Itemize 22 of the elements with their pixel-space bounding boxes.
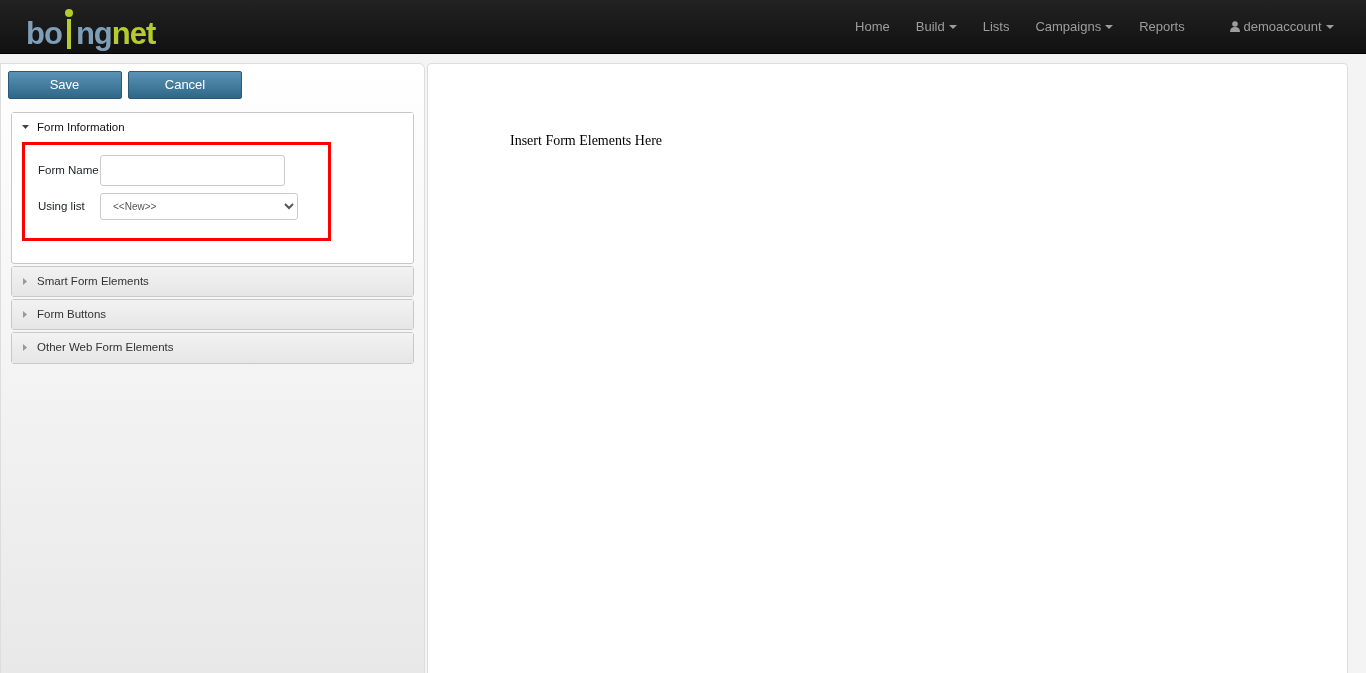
- accordion-header[interactable]: Smart Form Elements: [12, 266, 413, 296]
- accordion-header[interactable]: Form Buttons: [12, 300, 413, 330]
- field-label: Using list: [38, 198, 86, 214]
- caret-down-icon: [22, 123, 29, 131]
- logo[interactable]: bo ngnet: [19, 4, 156, 49]
- action-button[interactable]: Save: [7, 70, 122, 99]
- user-icon: [1230, 21, 1241, 32]
- caret-right-icon: [22, 277, 29, 285]
- caret-right-icon: [22, 311, 29, 319]
- select-field[interactable]: <<New>>: [100, 192, 298, 220]
- field-label: Form Name: [38, 163, 100, 179]
- nav-link[interactable]: Reports: [1126, 16, 1198, 37]
- action-button[interactable]: Cancel: [128, 70, 242, 99]
- caret-right-icon: [22, 344, 29, 352]
- nav-link[interactable]: Build: [902, 16, 970, 37]
- account-menu[interactable]: demoaccount: [1217, 16, 1347, 37]
- nav-link[interactable]: Home: [842, 16, 903, 37]
- placeholder-text: Insert Form Elements Here: [510, 132, 663, 150]
- accordion-header[interactable]: Other Web Form Elements: [12, 333, 413, 363]
- nav-link[interactable]: Lists: [969, 16, 1023, 37]
- nav-link[interactable]: Campaigns: [1022, 16, 1127, 37]
- input-field[interactable]: [100, 155, 285, 187]
